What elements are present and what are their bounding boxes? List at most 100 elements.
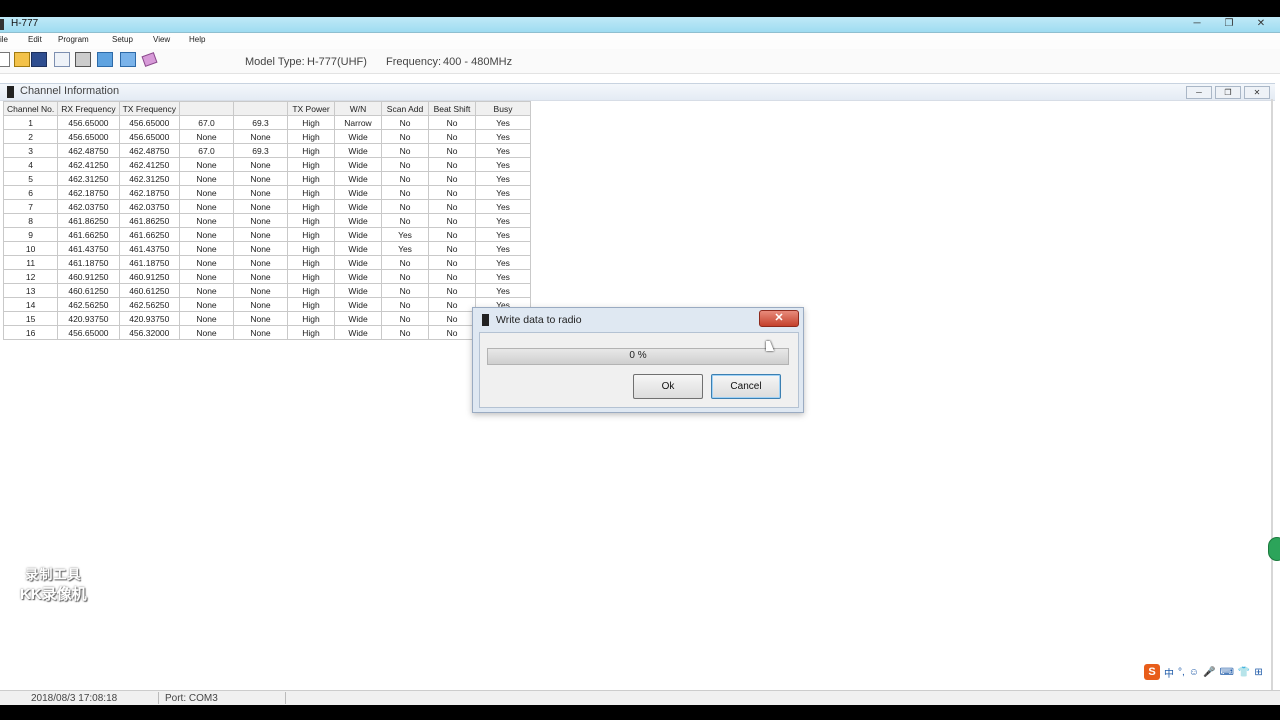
read-from-radio-icon[interactable] (97, 52, 113, 67)
cell-scan-add[interactable]: No (381, 171, 429, 186)
cell-qt-decode[interactable]: None (179, 129, 234, 144)
cell-rx-frequency[interactable]: 461.66250 (57, 227, 120, 242)
cell-w-n[interactable]: Wide (334, 283, 382, 298)
cell-w-n[interactable]: Wide (334, 157, 382, 172)
cell-qt-encode[interactable]: None (233, 185, 288, 200)
cell-scan-add[interactable]: No (381, 297, 429, 312)
table-row[interactable]: 11 461.18750 461.18750 None None High Wide No No… (2, 255, 531, 270)
cell-rx-frequency[interactable]: 462.48750 (57, 143, 120, 158)
cell-qt-decode[interactable]: None (179, 185, 234, 200)
cell-qt-decode[interactable]: None (179, 311, 234, 326)
sogou-logo-icon[interactable]: S (1144, 664, 1160, 680)
cell-scan-add[interactable]: No (381, 283, 429, 298)
cell-qt-encode[interactable]: None (233, 213, 288, 228)
cell-w-n[interactable]: Wide (334, 255, 382, 270)
cell-qt-decode[interactable]: None (179, 213, 234, 228)
cell-qt-encode[interactable]: None (233, 325, 288, 340)
menu-program[interactable]: Program (58, 35, 89, 44)
cell-tx-power[interactable]: High (287, 255, 335, 270)
cell-scan-add[interactable]: No (381, 157, 429, 172)
cell-scan-add[interactable]: No (381, 115, 429, 130)
cell-channel-no[interactable]: 1 (2, 115, 59, 130)
col-beat-shift[interactable]: Beat Shift (428, 101, 476, 116)
table-row[interactable]: 5 462.31250 462.31250 None None High Wide No No Y… (2, 171, 531, 186)
col-scan-add[interactable]: Scan Add (381, 101, 429, 116)
ime-skin-icon[interactable]: 👕 (1238, 667, 1250, 678)
table-row[interactable]: 14 462.56250 462.56250 None None High Wide No No… (2, 297, 531, 312)
cell-scan-add[interactable]: No (381, 311, 429, 326)
cell-w-n[interactable]: Wide (334, 199, 382, 214)
cell-tx-power[interactable]: High (287, 311, 335, 326)
cell-qt-decode[interactable]: None (179, 157, 234, 172)
cell-channel-no[interactable]: 14 (2, 297, 59, 312)
menu-help[interactable]: Help (189, 35, 205, 44)
cell-rx-frequency[interactable]: 462.31250 (57, 171, 120, 186)
cell-beat-shift[interactable]: No (428, 325, 476, 340)
cell-qt-decode[interactable]: None (179, 269, 234, 284)
cell-channel-no[interactable]: 8 (2, 213, 59, 228)
cell-channel-no[interactable]: 10 (2, 241, 59, 256)
cell-beat-shift[interactable]: No (428, 241, 476, 256)
cell-qt-decode[interactable]: None (179, 325, 234, 340)
col-qt-dqt-decode[interactable] (179, 101, 234, 116)
cell-rx-frequency[interactable]: 461.43750 (57, 241, 120, 256)
cell-busy-lock[interactable]: Yes (475, 241, 531, 256)
cell-channel-no[interactable]: 5 (2, 171, 59, 186)
menu-view[interactable]: View (153, 35, 170, 44)
cell-tx-frequency[interactable]: 456.32000 (118, 325, 181, 340)
cell-beat-shift[interactable]: No (428, 129, 476, 144)
ime-emoji-icon[interactable]: ☺ (1189, 667, 1199, 678)
cell-beat-shift[interactable]: No (428, 213, 476, 228)
col-w-n[interactable]: W/N (334, 101, 382, 116)
table-row[interactable]: 15 420.93750 420.93750 None None High Wide No No (2, 311, 531, 326)
cell-scan-add[interactable]: No (381, 185, 429, 200)
cell-scan-add[interactable]: Yes (381, 227, 429, 242)
cell-rx-frequency[interactable]: 462.03750 (57, 199, 120, 214)
cell-rx-frequency[interactable]: 420.93750 (57, 311, 120, 326)
col-tx-power[interactable]: TX Power (287, 101, 335, 116)
cell-qt-decode[interactable]: None (179, 297, 234, 312)
cell-busy-lock[interactable]: Yes (475, 185, 531, 200)
cell-w-n[interactable]: Wide (334, 185, 382, 200)
cell-qt-encode[interactable]: 69.3 (233, 143, 288, 158)
table-row[interactable]: 13 460.61250 460.61250 None None High Wide No No… (2, 283, 531, 298)
cell-tx-frequency[interactable]: 456.65000 (118, 129, 181, 144)
cell-channel-no[interactable]: 3 (2, 143, 59, 158)
cell-tx-power[interactable]: High (287, 297, 335, 312)
cell-busy-lock[interactable]: Yes (475, 129, 531, 144)
cell-beat-shift[interactable]: No (428, 199, 476, 214)
menu-setup[interactable]: Setup (112, 35, 133, 44)
cell-qt-encode[interactable]: None (233, 255, 288, 270)
cell-tx-power[interactable]: High (287, 115, 335, 130)
cell-qt-decode[interactable]: None (179, 199, 234, 214)
table-row[interactable]: 1 456.65000 456.65000 67.0 69.3 High Narrow No N… (2, 115, 531, 130)
cell-beat-shift[interactable]: No (428, 297, 476, 312)
cell-w-n[interactable]: Wide (334, 129, 382, 144)
cell-w-n[interactable]: Wide (334, 227, 382, 242)
menu-edit[interactable]: Edit (28, 35, 42, 44)
cell-rx-frequency[interactable]: 456.65000 (57, 115, 120, 130)
cell-tx-power[interactable]: High (287, 171, 335, 186)
cell-tx-power[interactable]: High (287, 213, 335, 228)
cell-busy-lock[interactable]: Yes (475, 157, 531, 172)
col-channel-no[interactable]: Channel No. (2, 101, 59, 116)
cell-busy-lock[interactable]: Yes (475, 199, 531, 214)
cell-w-n[interactable]: Wide (334, 171, 382, 186)
cell-tx-power[interactable]: High (287, 157, 335, 172)
cell-tx-power[interactable]: High (287, 241, 335, 256)
cell-w-n[interactable]: Narrow (334, 115, 382, 130)
floating-widget-icon[interactable] (1268, 537, 1280, 561)
cell-channel-no[interactable]: 9 (2, 227, 59, 242)
cell-tx-frequency[interactable]: 461.18750 (118, 255, 181, 270)
channel-minimize-button[interactable]: ─ (1186, 86, 1212, 99)
cell-tx-frequency[interactable]: 462.18750 (118, 185, 181, 200)
cell-scan-add[interactable]: Yes (381, 241, 429, 256)
ime-keyboard-icon[interactable]: ⌨ (1219, 667, 1233, 678)
table-row[interactable]: 6 462.18750 462.18750 None None High Wide No No Y… (2, 185, 531, 200)
close-button[interactable]: ✕ (1252, 17, 1270, 30)
cell-beat-shift[interactable]: No (428, 157, 476, 172)
maximize-button[interactable]: ❐ (1220, 17, 1238, 30)
cell-busy-lock[interactable]: Yes (475, 283, 531, 298)
table-row[interactable]: 12 460.91250 460.91250 None None High Wide No No… (2, 269, 531, 284)
cell-tx-frequency[interactable]: 462.41250 (118, 157, 181, 172)
